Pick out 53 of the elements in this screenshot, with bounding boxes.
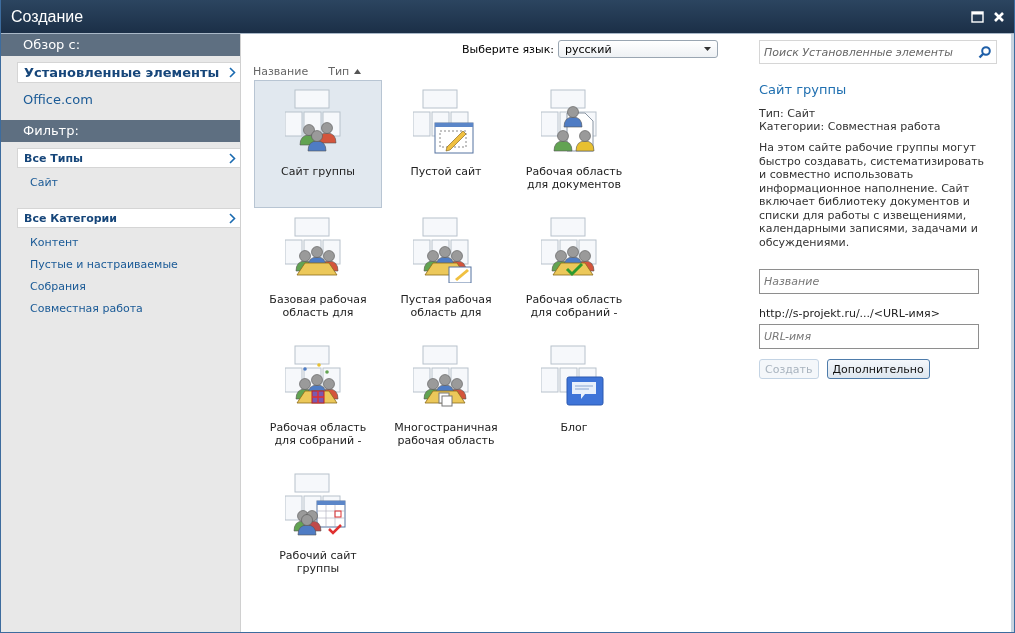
template-label: Базовая рабочая область для [268,293,368,319]
template-title: Сайт группы [759,82,848,97]
template-tile[interactable]: Рабочий сайт группы [254,464,382,592]
template-description: На этом сайте рабочие группы могут быстро создавать, систематизировать и совместно использовать информационное наполнение. Сайт включает библиотеку документов и списки для работы с извещениями, календарными записями, задачами и обсуждениями. [759,141,986,249]
template-type: Тип: Сайт [759,107,817,120]
sidebar-heading: Фильтр: [1,120,240,142]
url-prefix: http://s-projekt.ru/.../<URL-имя> [759,307,941,320]
more-options-button[interactable]: Дополнительно [826,359,930,379]
window-title: Создание [11,7,85,26]
maximize-icon [970,10,984,23]
language-label: Выберите язык: [461,42,554,56]
template-categories: Категории: Совместная работа [759,120,942,133]
filter-link[interactable]: Пустые и настраиваемые [1,254,240,276]
template-label: Рабочая область для документов [524,165,624,191]
chevron-right-icon [229,67,236,78]
search-field[interactable]: Поиск Установленные элементы [759,40,997,64]
source-link[interactable]: Установленные элементы [17,62,240,83]
close-icon [993,10,1005,23]
template-tile[interactable]: Рабочая область для документов [510,80,638,208]
template-label: Блог [559,421,589,434]
source-link[interactable]: Office.com [17,89,240,110]
template-label: Рабочая область для собраний - [268,421,368,447]
template-tile[interactable]: Рабочая область для собраний - [510,208,638,336]
chevron-right-icon [229,212,236,224]
sort-column-link[interactable]: Тип [328,64,362,78]
filter-link[interactable]: Совместная работа [1,298,240,320]
template-label: Рабочая область для собраний - [524,293,624,319]
template-tile[interactable]: Базовая рабочая область для [254,208,382,336]
template-label: Пустая рабочая область для [399,293,493,319]
sort-ascending-icon [354,68,362,74]
template-tile[interactable]: Сайт группы [254,80,382,208]
filter-link[interactable]: Все Типы [17,148,240,168]
template-tile[interactable]: Многостраничная рабочая область [382,336,510,464]
search-icon[interactable] [978,46,991,59]
template-label: Пустой сайт [409,165,483,178]
language-select[interactable]: русский [558,40,718,58]
template-label: Рабочий сайт группы [278,549,358,575]
url-input-field[interactable]: URL-имя [759,324,979,349]
filter-link[interactable]: Собрания [1,276,240,298]
filter-link[interactable]: Сайт [1,172,240,194]
template-tile[interactable]: Пустая рабочая область для [382,208,510,336]
chevron-right-icon [229,152,236,164]
filter-link[interactable]: Все Категории [17,208,240,228]
sort-column-link[interactable]: Название [253,64,309,78]
template-tile[interactable]: Пустой сайт [382,80,510,208]
template-tile[interactable]: Рабочая область для собраний - [254,336,382,464]
dropdown-arrow-icon [704,47,711,51]
template-label: Сайт группы [280,165,356,178]
title-input-field[interactable]: Название [759,269,979,294]
filter-link[interactable]: Контент [1,232,240,254]
template-label: Многостраничная рабочая область [393,421,499,447]
sidebar-heading: Обзор с: [1,34,240,56]
template-tile[interactable]: Блог [510,336,638,464]
